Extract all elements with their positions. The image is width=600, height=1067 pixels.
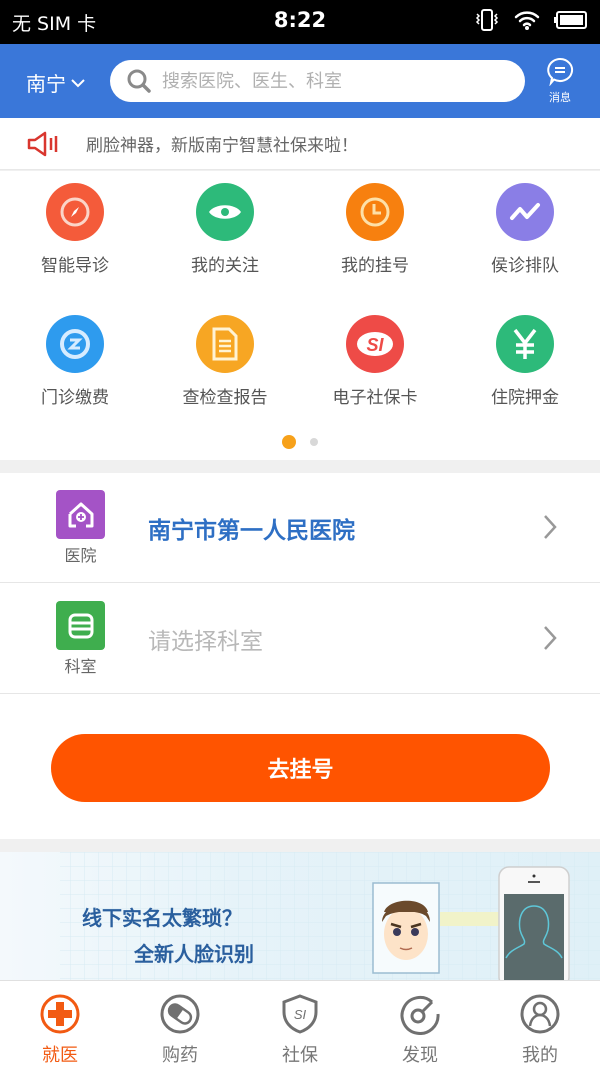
status-bar: 无 SIM 卡 8:22 xyxy=(0,0,600,44)
city-label: 南宁 xyxy=(26,72,66,96)
messages-button[interactable]: 消息 xyxy=(540,56,580,105)
function-grid: 智能导诊 我的关注 我的挂号 侯诊排队 门诊缴费 查检查报告 SI 电子社保卡 xyxy=(0,171,600,460)
pill-icon xyxy=(160,994,200,1034)
shield-si-icon: SI xyxy=(282,994,318,1034)
registration-panel: 医院 南宁市第一人民医院 科室 请选择科室 去挂号 xyxy=(0,473,600,839)
department-caption: 科室 xyxy=(64,657,97,676)
eye-icon xyxy=(196,183,254,241)
top-header: 南宁 消息 xyxy=(0,44,600,118)
grid-item-label: 门诊缴费 xyxy=(41,388,109,408)
register-button[interactable]: 去挂号 xyxy=(51,734,550,802)
compass-icon xyxy=(46,183,104,241)
search-bar[interactable] xyxy=(110,60,525,102)
grid-item-label: 侯诊排队 xyxy=(491,256,559,276)
grid-item-my-registrations[interactable]: 我的挂号 xyxy=(300,183,450,276)
grid-item-label: 我的挂号 xyxy=(341,256,409,276)
tab-label: 购药 xyxy=(162,1045,198,1066)
department-icon xyxy=(56,601,105,650)
bottom-tab-bar: 就医 购药 SI 社保 发现 我的 xyxy=(0,980,600,1067)
medical-cross-icon xyxy=(40,994,80,1034)
promo-banner[interactable]: 线下实名太繁琐？ 全新人脸识别 xyxy=(0,852,600,980)
chevron-right-icon xyxy=(544,515,557,539)
document-icon xyxy=(196,315,254,373)
clock-icon xyxy=(346,183,404,241)
tab-social-security[interactable]: SI 社保 xyxy=(240,993,360,1067)
trend-icon xyxy=(496,183,554,241)
grid-item-label: 智能导诊 xyxy=(41,256,109,276)
tab-discover[interactable]: 发现 xyxy=(360,993,480,1067)
hospital-selector[interactable]: 医院 南宁市第一人民医院 xyxy=(0,473,600,583)
payment-icon xyxy=(46,315,104,373)
banner-line-1: 线下实名太繁琐？ xyxy=(82,906,242,930)
tab-label: 社保 xyxy=(282,1045,318,1066)
tab-medical[interactable]: 就医 xyxy=(0,993,120,1067)
tab-label: 就医 xyxy=(42,1045,78,1066)
svg-text:SI: SI xyxy=(294,1007,307,1022)
hospital-value: 南宁市第一人民医院 xyxy=(148,518,355,544)
grid-item-my-follows[interactable]: 我的关注 xyxy=(150,183,300,276)
notice-text: 刷脸神器，新版南宁智慧社保来啦！ xyxy=(86,136,358,156)
yen-icon xyxy=(496,315,554,373)
chevron-down-icon xyxy=(71,78,85,87)
messages-label: 消息 xyxy=(549,91,571,104)
grid-item-si-card[interactable]: SI 电子社保卡 xyxy=(300,315,450,408)
grid-item-label: 我的关注 xyxy=(191,256,259,276)
grid-item-queue[interactable]: 侯诊排队 xyxy=(450,183,600,276)
vibrate-icon xyxy=(475,9,499,31)
chevron-right-icon xyxy=(544,626,557,650)
speaker-icon xyxy=(27,131,58,156)
page-indicator xyxy=(0,435,600,449)
notice-bar[interactable]: 刷脸神器，新版南宁智慧社保来啦！ xyxy=(0,118,600,170)
search-input[interactable] xyxy=(162,70,492,92)
grid-item-smart-guide[interactable]: 智能导诊 xyxy=(0,183,150,276)
chat-bubble-icon xyxy=(547,57,574,87)
face-illustration-icon xyxy=(372,882,440,974)
tab-pharmacy[interactable]: 购药 xyxy=(120,993,240,1067)
grid-item-label: 电子社保卡 xyxy=(332,388,418,408)
search-icon xyxy=(127,69,151,93)
hospital-icon xyxy=(56,490,105,539)
department-placeholder: 请选择科室 xyxy=(148,629,263,655)
svg-text:SI: SI xyxy=(366,335,384,355)
battery-icon xyxy=(554,11,587,29)
si-card-icon: SI xyxy=(346,315,404,373)
grid-item-outpatient-payment[interactable]: 门诊缴费 xyxy=(0,315,150,408)
phone-illustration-icon xyxy=(498,866,570,980)
grid-item-deposit[interactable]: 住院押金 xyxy=(450,315,600,408)
banner-line-2: 全新人脸识别 xyxy=(134,942,254,966)
discover-icon xyxy=(400,995,440,1035)
tab-mine[interactable]: 我的 xyxy=(480,993,600,1067)
city-selector[interactable]: 南宁 xyxy=(26,68,86,97)
grid-item-label: 查检查报告 xyxy=(182,388,268,408)
page-dot[interactable] xyxy=(310,438,318,446)
grid-item-label: 住院押金 xyxy=(491,388,559,408)
tab-label: 我的 xyxy=(522,1045,558,1066)
grid-item-reports[interactable]: 查检查报告 xyxy=(150,315,300,408)
department-selector[interactable]: 科室 请选择科室 xyxy=(0,584,600,694)
hospital-caption: 医院 xyxy=(64,546,97,565)
tab-label: 发现 xyxy=(402,1045,438,1066)
user-icon xyxy=(520,994,560,1034)
wifi-icon xyxy=(514,11,540,30)
page-dot-active[interactable] xyxy=(282,435,296,449)
